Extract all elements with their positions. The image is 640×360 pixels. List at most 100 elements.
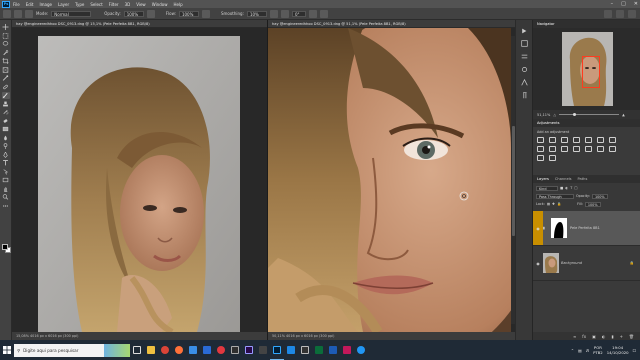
zoom-tool-icon[interactable] xyxy=(2,194,10,201)
share-icon[interactable] xyxy=(628,10,636,18)
zoom-slider[interactable] xyxy=(559,112,620,116)
add-mask-icon[interactable]: ▣ xyxy=(592,334,596,339)
layers-tab[interactable]: Layers xyxy=(537,175,549,183)
app-icon[interactable] xyxy=(228,340,242,360)
tray-arrow-icon[interactable]: ⌃ xyxy=(571,348,574,353)
layer-thumbnail[interactable] xyxy=(543,253,559,273)
language-indicator[interactable]: POR PTB2 xyxy=(593,345,603,355)
photo-filter-icon[interactable] xyxy=(549,146,556,152)
visibility-eye-icon[interactable]: ◉ xyxy=(533,261,543,266)
navigator-view-frame[interactable] xyxy=(582,56,600,88)
healing-brush-tool-icon[interactable] xyxy=(2,84,10,91)
gradient-tool-icon[interactable] xyxy=(2,126,10,133)
menu-filter[interactable]: Filter xyxy=(109,2,119,7)
layer-name[interactable]: Pele Perfeita 8B1 xyxy=(570,226,600,230)
flow-field[interactable]: 100% xyxy=(178,10,199,17)
more-tools-icon[interactable] xyxy=(2,203,10,210)
layer-mask-thumbnail[interactable] xyxy=(551,218,567,238)
mode-select[interactable]: Normal xyxy=(51,10,92,17)
zoom-in-icon[interactable]: ▲ xyxy=(622,113,625,117)
chrome-icon[interactable] xyxy=(158,340,172,360)
app-icon[interactable] xyxy=(312,340,326,360)
task-view-icon[interactable] xyxy=(130,340,144,360)
smoothing-field[interactable]: 10% xyxy=(246,10,267,17)
menu-image[interactable]: Image xyxy=(39,2,52,7)
symmetry-icon[interactable] xyxy=(319,9,328,18)
document-tab-left[interactable]: hay @engineeredhhoo DSC_0913.dng @ 15,1%… xyxy=(12,20,267,28)
explorer-icon[interactable] xyxy=(144,340,158,360)
color-balance-icon[interactable] xyxy=(609,137,616,143)
layer-row[interactable]: ◉ Background 🔒 xyxy=(533,246,640,281)
smoothing-options-icon[interactable] xyxy=(269,9,278,18)
pressure-opacity-icon[interactable] xyxy=(146,9,155,18)
invert-icon[interactable] xyxy=(585,146,592,152)
filter-adjustment-icon[interactable]: ◐ xyxy=(565,186,568,190)
lock-position-icon[interactable]: ✚ xyxy=(552,202,555,206)
canvas-left[interactable] xyxy=(12,28,267,332)
blend-mode-select[interactable]: Pass Through xyxy=(536,193,574,199)
app-icon[interactable] xyxy=(354,340,368,360)
menu-file[interactable]: File xyxy=(13,2,20,7)
layer-opacity-field[interactable]: 100% xyxy=(591,193,608,199)
marquee-tool-icon[interactable] xyxy=(2,33,10,40)
filter-type-icon[interactable]: T xyxy=(570,186,572,190)
menu-view[interactable]: View xyxy=(136,2,146,7)
mail-icon[interactable] xyxy=(200,340,214,360)
navigator-preview[interactable] xyxy=(533,28,640,110)
app-icon[interactable] xyxy=(298,340,312,360)
maximize-icon[interactable]: □ xyxy=(621,1,626,7)
move-tool-icon[interactable] xyxy=(2,24,10,31)
app-icon[interactable] xyxy=(256,340,270,360)
layer-filter-kind[interactable]: Kind xyxy=(536,185,558,191)
eraser-tool-icon[interactable] xyxy=(2,118,10,125)
layer-row[interactable]: ◉ ▮ Pele Perfeita 8B1 xyxy=(533,211,640,246)
store-icon[interactable] xyxy=(186,340,200,360)
notifications-icon[interactable]: ☐ xyxy=(633,348,636,353)
blur-tool-icon[interactable] xyxy=(2,135,10,142)
menu-edit[interactable]: Edit xyxy=(26,2,34,7)
color-lookup-icon[interactable] xyxy=(573,146,580,152)
selective-color-icon[interactable] xyxy=(549,155,556,161)
document-tab-right[interactable]: hay @engineeredhhoo DSC_0913.dng @ 51,1%… xyxy=(268,20,515,28)
zoom-out-icon[interactable]: △ xyxy=(553,113,556,117)
search-icon[interactable] xyxy=(604,10,612,18)
play-icon[interactable] xyxy=(520,27,528,34)
angle-field[interactable]: 0° xyxy=(291,10,306,17)
link-layers-icon[interactable]: ∞ xyxy=(573,334,576,339)
airbrush-icon[interactable] xyxy=(201,9,210,18)
rectangle-tool-icon[interactable] xyxy=(2,177,10,184)
menu-help[interactable]: Help xyxy=(173,2,182,7)
hue-saturation-icon[interactable] xyxy=(597,137,604,143)
minimize-icon[interactable]: – xyxy=(611,1,614,7)
taskbar-search[interactable]: ⚲ Digite aqui para pesquisar xyxy=(14,343,130,357)
new-group-icon[interactable]: ▮ xyxy=(611,334,613,339)
gradient-map-icon[interactable] xyxy=(537,155,544,161)
paths-tab[interactable]: Paths xyxy=(578,175,588,183)
lock-pixels-icon[interactable]: ▦ xyxy=(547,202,550,206)
channel-mixer-icon[interactable] xyxy=(561,146,568,152)
quick-select-tool-icon[interactable] xyxy=(2,50,10,57)
threshold-icon[interactable] xyxy=(609,146,616,152)
close-icon[interactable]: ✕ xyxy=(634,1,638,7)
layer-name[interactable]: Background xyxy=(561,261,582,265)
history-icon[interactable] xyxy=(520,40,528,47)
navigator-zoom-value[interactable]: 51,11% xyxy=(537,113,550,117)
layer-style-icon[interactable]: fx xyxy=(582,334,586,339)
type-tool-icon[interactable] xyxy=(2,160,10,167)
history-brush-tool-icon[interactable] xyxy=(2,109,10,116)
menu-3d[interactable]: 3D xyxy=(125,2,131,7)
firefox-icon[interactable] xyxy=(172,340,186,360)
posterize-icon[interactable] xyxy=(597,146,604,152)
eyedropper-tool-icon[interactable] xyxy=(2,75,10,82)
brush-tool-preset-icon[interactable] xyxy=(3,9,11,18)
navigator-tab[interactable]: Navigator xyxy=(537,20,555,28)
curves-icon[interactable] xyxy=(561,137,568,143)
frame-tool-icon[interactable] xyxy=(2,67,10,74)
paragraph-panel-icon[interactable] xyxy=(520,92,528,99)
adjustments-tab[interactable]: Adjustments xyxy=(537,119,560,127)
brush-settings-icon[interactable] xyxy=(14,9,22,18)
volume-icon[interactable]: ♬ xyxy=(586,348,589,353)
windows-start-icon[interactable] xyxy=(0,340,14,360)
clock[interactable]: 19:04 14/10/2020 xyxy=(607,345,629,355)
black-white-icon[interactable] xyxy=(537,146,544,152)
